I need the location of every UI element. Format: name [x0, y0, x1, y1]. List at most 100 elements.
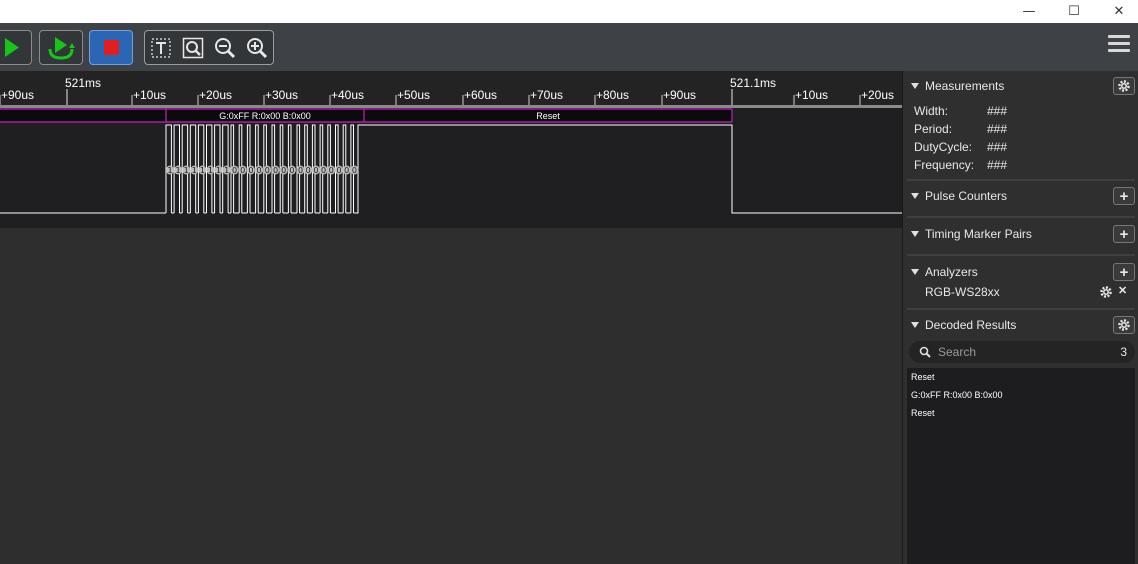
gear-icon [1118, 80, 1130, 92]
decoded-results-title: Decoded Results [925, 318, 1017, 332]
bit-marker-label: 1 [192, 166, 197, 175]
collapse-triangle-icon [911, 83, 919, 89]
measurement-row: Period: ### [914, 122, 1007, 136]
maximize-icon: ☐ [1068, 4, 1080, 19]
plus-icon: + [1119, 263, 1129, 281]
minimize-button[interactable]: — [1006, 0, 1052, 23]
close-button[interactable]: ✕ [1096, 0, 1138, 23]
ruler-tick-label: +50us [397, 88, 430, 102]
measurements-header[interactable]: Measurements [911, 77, 1004, 95]
collapse-triangle-icon [911, 322, 919, 328]
ruler-tick-label: +40us [331, 88, 364, 102]
zoom-fit-icon [182, 37, 204, 59]
list-item[interactable]: Reset [911, 408, 935, 418]
bit-marker-label: 1 [224, 166, 229, 175]
ruler-tick-label: +20us [199, 88, 232, 102]
add-analyzer-button[interactable]: + [1113, 263, 1135, 281]
minimize-icon: — [1022, 4, 1036, 19]
time-ruler[interactable]: +90us +10us +20us +30us +40us +50us +60us +70us… [0, 71, 902, 108]
measurement-label: Width: [914, 104, 949, 118]
annotation-frame-label: Reset [536, 111, 560, 121]
bit-marker-label: 0 [265, 166, 270, 175]
measurement-value: ### [987, 104, 1008, 118]
zoom-fit-tool[interactable] [182, 37, 204, 59]
bit-marker-label: 0 [352, 166, 357, 175]
list-item[interactable]: Reset [911, 372, 935, 382]
title-bar: — ☐ ✕ [0, 0, 1138, 23]
bit-marker-label: 0 [240, 166, 245, 175]
stop-icon [104, 40, 119, 55]
measurement-value: ### [987, 140, 1008, 154]
analyzers-title: Analyzers [925, 265, 978, 279]
measurement-label: DutyCycle: [914, 140, 973, 154]
measurement-value: ### [987, 122, 1008, 136]
ruler-tick-label: +30us [265, 88, 298, 102]
signal-trace [353, 124, 902, 214]
bit-marker-label: 0 [273, 166, 278, 175]
right-sidebar: Measurements Width: ### Period: ### DutyCy… [902, 71, 1138, 564]
analyzers-header[interactable]: Analyzers [911, 263, 978, 281]
bit-marker-label: 0 [313, 166, 318, 175]
plus-icon: + [1119, 225, 1129, 243]
close-icon: ✕ [1113, 4, 1125, 19]
pulse-counters-header[interactable]: Pulse Counters [911, 187, 1007, 205]
result-count: 3 [1120, 345, 1127, 359]
main-menu-button[interactable] [1108, 35, 1130, 59]
measurement-label: Frequency: [914, 158, 975, 172]
plus-icon: + [1119, 187, 1129, 205]
waveform-panel[interactable]: +90us +10us +20us +30us +40us +50us +60us +70us… [0, 71, 902, 564]
decoded-results-search[interactable]: Search 3 [909, 341, 1135, 363]
bit-marker-label: 0 [289, 166, 294, 175]
list-item[interactable]: G:0xFF R:0x00 B:0x00 [911, 390, 1003, 400]
annotation-frame-label: G:0xFF R:0x00 B:0x00 [219, 111, 311, 121]
loop-icon [48, 37, 75, 60]
decoded-results-settings-button[interactable] [1113, 316, 1135, 334]
bit-marker-label: 0 [336, 166, 341, 175]
bit-marker-label: 0 [321, 166, 326, 175]
bit-marker-label: 1 [176, 166, 181, 175]
stop-capture-button[interactable] [89, 30, 133, 65]
close-icon: ✕ [1118, 285, 1128, 297]
timing-marker-pairs-header[interactable]: Timing Marker Pairs [911, 225, 1032, 243]
zoom-in-icon [247, 38, 268, 59]
add-timing-marker-pair-button[interactable]: + [1113, 225, 1135, 243]
ruler-tick-label: +20us [861, 88, 894, 102]
zoom-out-tool[interactable] [214, 37, 236, 59]
menu-icon [1108, 35, 1130, 52]
ruler-tick-label: +10us [795, 88, 828, 102]
divider [907, 254, 1135, 256]
start-capture-button[interactable] [0, 30, 32, 65]
timing-marker-pairs-title: Timing Marker Pairs [925, 227, 1032, 241]
ruler-major-label: 521ms [65, 76, 101, 90]
divider [907, 179, 1135, 181]
ruler-tick-label: +10us [133, 88, 166, 102]
bit-marker-label: 0 [344, 166, 349, 175]
divider [907, 308, 1135, 310]
measurements-title: Measurements [925, 79, 1005, 93]
waveform-graphic: G:0xFF R:0x00 B:0x00 Reset1 1 1 1 1 1 1 1 0 0 0 0 0 0 0… [0, 108, 902, 214]
bit-marker-label: 1 [200, 166, 205, 175]
bit-marker-label: 0 [306, 166, 311, 175]
loop-capture-button[interactable] [39, 30, 83, 65]
measurements-settings-button[interactable] [1113, 77, 1135, 95]
channel-waveform[interactable]: G:0xFF R:0x00 B:0x00 Reset 1 1 1 1 1 1 1 1 0 0 0 0 0 0 0… [0, 108, 902, 228]
measurement-value: ### [987, 158, 1008, 172]
measurement-row: Frequency: ### [914, 158, 1007, 172]
decoded-results-list[interactable]: Reset G:0xFF R:0x00 B:0x00 Reset [907, 368, 1135, 564]
collapse-triangle-icon [911, 269, 919, 275]
pulse-counters-title: Pulse Counters [925, 189, 1008, 203]
text-cursor-tool[interactable] [150, 37, 172, 59]
search-input[interactable]: Search [938, 345, 976, 359]
analyzer-item-name[interactable]: RGB-WS28xx [925, 285, 1000, 299]
maximize-button[interactable]: ☐ [1051, 0, 1097, 23]
navigation-tool-group [144, 30, 274, 65]
divider [907, 216, 1135, 218]
add-pulse-counter-button[interactable]: + [1113, 187, 1135, 205]
ruler-tick-label: +90us [663, 88, 696, 102]
bit-marker-label: 0 [298, 166, 303, 175]
zoom-in-tool[interactable] [246, 37, 268, 59]
measurement-row: Width: ### [914, 104, 1007, 118]
decoded-results-header[interactable]: Decoded Results [911, 316, 1016, 334]
remove-analyzer-button[interactable]: ✕ [1118, 284, 1127, 297]
analyzer-settings-button[interactable] [1099, 285, 1113, 299]
